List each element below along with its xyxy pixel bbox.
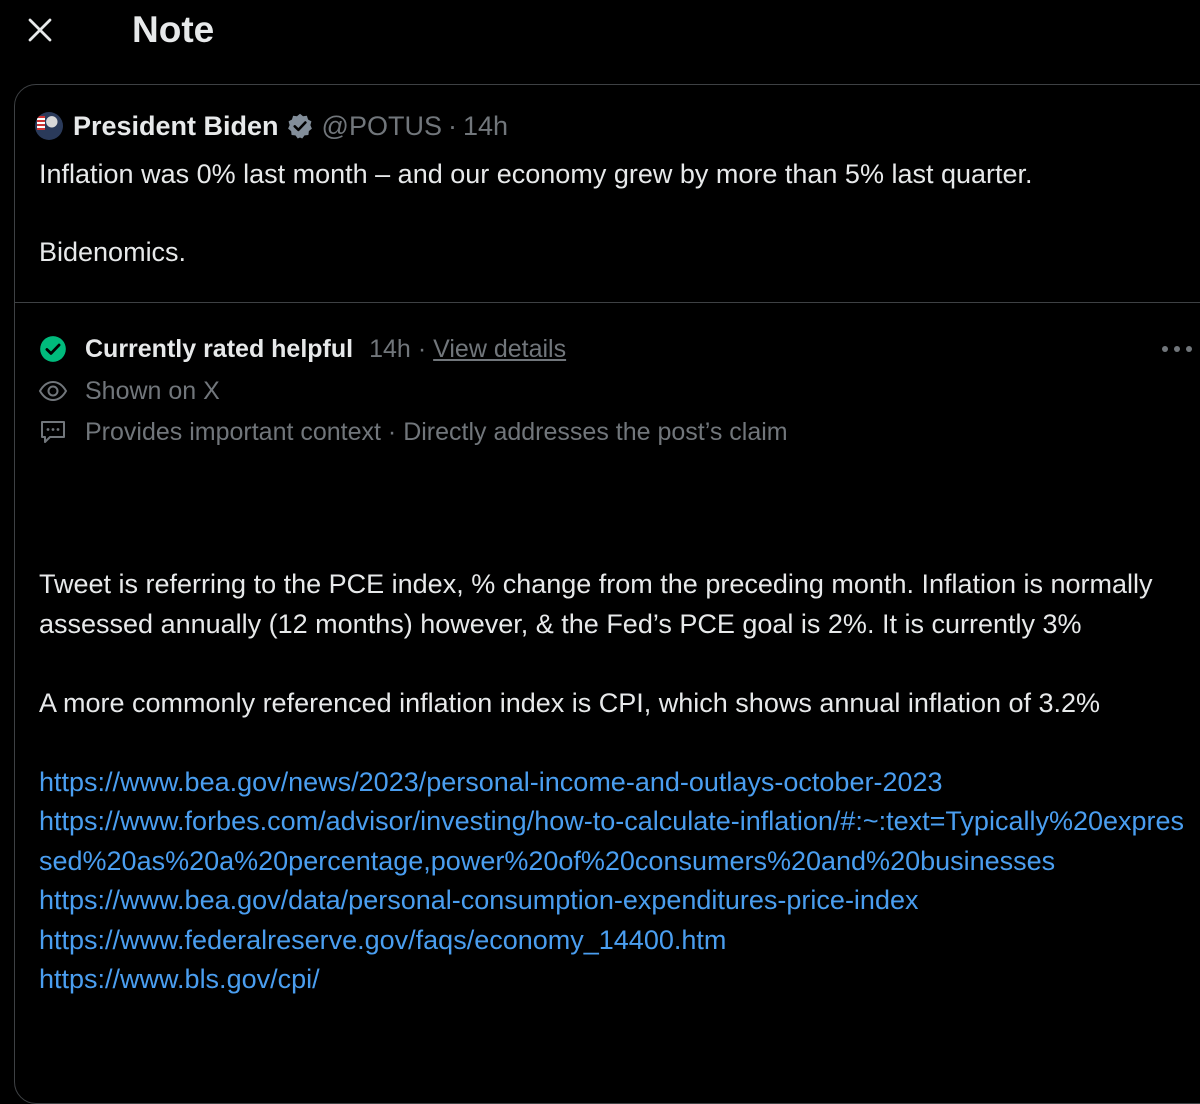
note-tags-row: Provides important context · Directly ad… (37, 416, 788, 448)
note-paragraph: Tweet is referring to the PCE index, % c… (39, 569, 1153, 639)
post-header: President Biden @POTUS · 14h (35, 105, 508, 147)
header: Note (0, 0, 1200, 62)
check-circle-icon (37, 333, 69, 365)
quoted-post[interactable]: President Biden @POTUS · 14h Inflation w… (15, 85, 1200, 303)
author-name[interactable]: President Biden (73, 111, 279, 142)
view-details-link[interactable]: View details (433, 335, 566, 364)
shown-on-row: Shown on X (37, 375, 220, 407)
separator-dot: · (417, 334, 427, 363)
source-link[interactable]: https://www.bls.gov/cpi/ (39, 960, 1189, 1000)
source-link[interactable]: https://www.federalreserve.gov/faqs/econ… (39, 921, 1189, 961)
separator-dot: · (447, 110, 457, 141)
verified-badge-icon (286, 112, 314, 140)
note-status-row: Currently rated helpful 14h · View detai… (37, 333, 566, 365)
source-link[interactable]: https://www.bea.gov/news/2023/personal-i… (39, 763, 1189, 803)
post-text-line: Bidenomics. (39, 237, 187, 267)
shown-on-text: Shown on X (85, 376, 220, 405)
eye-icon (37, 375, 69, 407)
close-button[interactable] (20, 10, 60, 50)
more-options-button[interactable] (1155, 331, 1199, 367)
note-paragraph: A more commonly referenced inflation ind… (39, 687, 1101, 718)
page-title: Note (132, 9, 215, 50)
note-time: 14h (369, 334, 411, 363)
note-card: President Biden @POTUS · 14h Inflation w… (14, 84, 1200, 1104)
comment-icon (37, 416, 69, 448)
more-options-icon (1162, 346, 1192, 352)
source-link[interactable]: https://www.forbes.com/advisor/investing… (39, 802, 1189, 881)
author-handle[interactable]: @POTUS (322, 111, 442, 142)
note-body: Tweet is referring to the PCE index, % c… (39, 565, 1189, 1000)
close-icon (28, 18, 52, 42)
note-status: Currently rated helpful (85, 334, 354, 363)
avatar[interactable] (35, 112, 63, 140)
post-text-line: Inflation was 0% last month – and our ec… (39, 159, 1033, 189)
source-link[interactable]: https://www.bea.gov/data/personal-consum… (39, 881, 1189, 921)
note-tags: Provides important context · Directly ad… (85, 417, 788, 446)
post-text: Inflation was 0% last month – and our ec… (39, 155, 1189, 272)
post-time[interactable]: 14h (463, 111, 508, 142)
